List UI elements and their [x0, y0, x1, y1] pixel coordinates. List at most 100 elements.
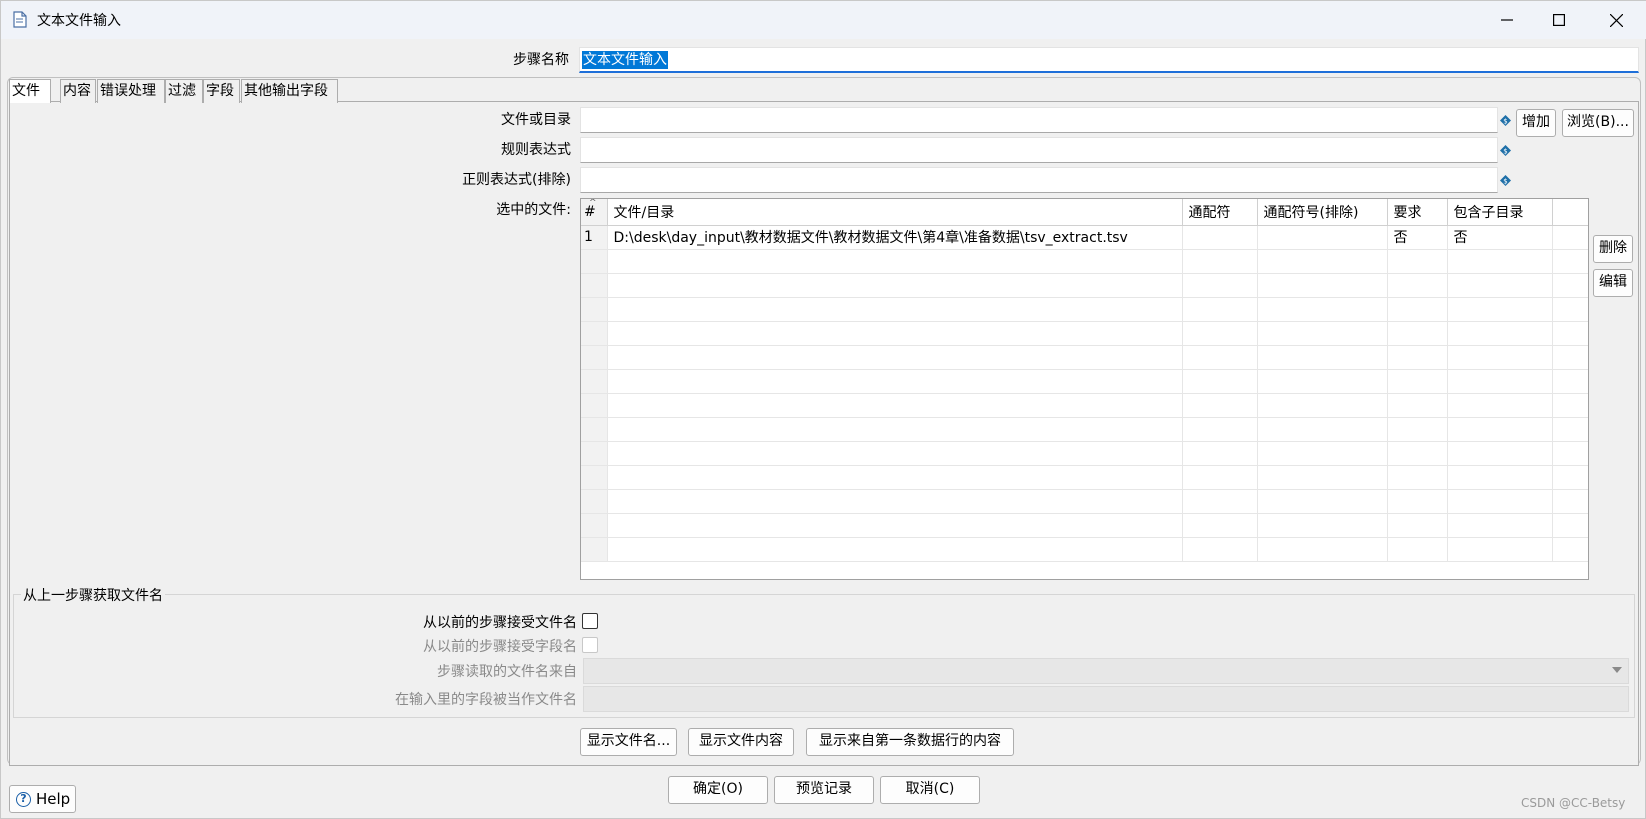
table-row[interactable] [581, 489, 1588, 514]
help-button[interactable]: ? Help [9, 785, 76, 813]
table-cell[interactable] [1552, 417, 1588, 442]
ok-button[interactable]: 确定(O) [668, 776, 768, 804]
table-cell[interactable] [1182, 369, 1258, 394]
table-cell[interactable] [1447, 513, 1553, 538]
table-cell[interactable] [581, 273, 608, 298]
table-cell[interactable]: 否 [1387, 225, 1448, 250]
table-row[interactable] [581, 417, 1588, 442]
column-header-file-dir[interactable]: 文件/目录 [607, 199, 1183, 226]
table-cell[interactable] [1182, 465, 1258, 490]
table-cell[interactable] [1182, 441, 1258, 466]
tab-content[interactable]: 内容 [60, 79, 96, 103]
table-cell[interactable] [1257, 273, 1388, 298]
tab-filter[interactable]: 过滤 [165, 79, 203, 103]
table-cell[interactable]: 1 [581, 225, 608, 250]
table-cell[interactable]: 否 [1447, 225, 1553, 250]
table-cell[interactable] [1257, 369, 1388, 394]
table-cell[interactable] [1387, 513, 1448, 538]
table-cell[interactable] [581, 297, 608, 322]
column-header-index[interactable]: ^ # [581, 199, 608, 226]
table-cell[interactable] [1182, 417, 1258, 442]
table-cell[interactable] [607, 345, 1183, 370]
table-cell[interactable] [1552, 465, 1588, 490]
table-cell[interactable] [607, 297, 1183, 322]
regex-input[interactable] [580, 137, 1498, 163]
table-cell[interactable] [1182, 273, 1258, 298]
table-cell[interactable] [1552, 441, 1588, 466]
table-cell[interactable] [607, 321, 1183, 346]
show-file-content-button[interactable]: 显示文件内容 [688, 728, 794, 756]
column-header-include-subfolders[interactable]: 包含子目录 [1447, 199, 1553, 226]
table-cell[interactable] [1387, 273, 1448, 298]
accept-filenames-checkbox[interactable] [582, 613, 598, 629]
table-cell[interactable] [1257, 249, 1388, 274]
table-cell[interactable] [1182, 513, 1258, 538]
table-cell[interactable] [607, 369, 1183, 394]
table-row[interactable] [581, 297, 1588, 322]
table-cell[interactable] [1257, 489, 1388, 514]
table-cell[interactable] [1447, 249, 1553, 274]
table-cell[interactable] [581, 345, 608, 370]
table-cell[interactable] [607, 249, 1183, 274]
table-cell[interactable] [607, 537, 1183, 562]
table-cell[interactable] [1257, 465, 1388, 490]
variable-icon[interactable]: $ [1500, 174, 1511, 186]
table-cell[interactable] [1387, 321, 1448, 346]
table-cell[interactable] [1257, 225, 1388, 250]
table-cell[interactable] [1182, 249, 1258, 274]
table-cell[interactable] [1182, 489, 1258, 514]
table-row[interactable] [581, 273, 1588, 298]
show-first-row-content-button[interactable]: 显示来自第一条数据行的内容 [806, 728, 1014, 756]
table-cell[interactable] [1387, 489, 1448, 514]
table-cell[interactable] [1257, 297, 1388, 322]
table-cell[interactable] [1257, 393, 1388, 418]
table-row[interactable] [581, 465, 1588, 490]
table-cell[interactable] [1552, 513, 1588, 538]
table-cell[interactable] [1257, 441, 1388, 466]
table-row[interactable] [581, 369, 1588, 394]
table-cell[interactable] [607, 489, 1183, 514]
table-cell[interactable] [1387, 537, 1448, 562]
table-cell[interactable] [1447, 489, 1553, 514]
table-cell[interactable] [1552, 273, 1588, 298]
table-cell[interactable]: D:\desk\day_input\教材数据文件\教材数据文件\第4章\准备数据… [607, 225, 1183, 250]
table-row[interactable] [581, 345, 1588, 370]
table-cell[interactable] [1387, 297, 1448, 322]
table-cell[interactable] [1447, 273, 1553, 298]
table-cell[interactable] [1552, 537, 1588, 562]
table-row[interactable] [581, 537, 1588, 562]
table-cell[interactable] [1182, 537, 1258, 562]
table-row[interactable] [581, 321, 1588, 346]
table-cell[interactable] [581, 393, 608, 418]
column-header-wildcard[interactable]: 通配符 [1182, 199, 1258, 226]
table-cell[interactable] [1552, 225, 1588, 250]
table-cell[interactable] [1387, 465, 1448, 490]
step-source-select[interactable] [583, 658, 1629, 684]
table-cell[interactable] [581, 537, 608, 562]
table-cell[interactable] [1257, 537, 1388, 562]
regex-exclude-input[interactable] [580, 167, 1498, 193]
tab-error-handling[interactable]: 错误处理 [97, 79, 165, 103]
table-cell[interactable] [581, 489, 608, 514]
table-cell[interactable] [1447, 465, 1553, 490]
table-cell[interactable] [1447, 441, 1553, 466]
show-filenames-button[interactable]: 显示文件名... [580, 728, 677, 756]
table-cell[interactable] [1552, 249, 1588, 274]
table-cell[interactable] [581, 369, 608, 394]
column-header-required[interactable]: 要求 [1387, 199, 1448, 226]
table-cell[interactable] [1552, 297, 1588, 322]
minimize-button[interactable] [1479, 1, 1535, 39]
table-cell[interactable] [1257, 513, 1388, 538]
maximize-button[interactable] [1531, 1, 1587, 39]
table-cell[interactable] [1447, 345, 1553, 370]
table-cell[interactable] [581, 249, 608, 274]
table-row[interactable] [581, 513, 1588, 538]
tab-fields[interactable]: 字段 [203, 79, 240, 103]
tab-file[interactable]: 文件 [9, 79, 51, 103]
table-cell[interactable] [1552, 345, 1588, 370]
accept-fieldnames-checkbox[interactable] [582, 637, 598, 653]
table-cell[interactable] [1447, 537, 1553, 562]
table-cell[interactable] [1447, 393, 1553, 418]
table-cell[interactable] [581, 321, 608, 346]
browse-button[interactable]: 浏览(B)... [1562, 109, 1634, 137]
